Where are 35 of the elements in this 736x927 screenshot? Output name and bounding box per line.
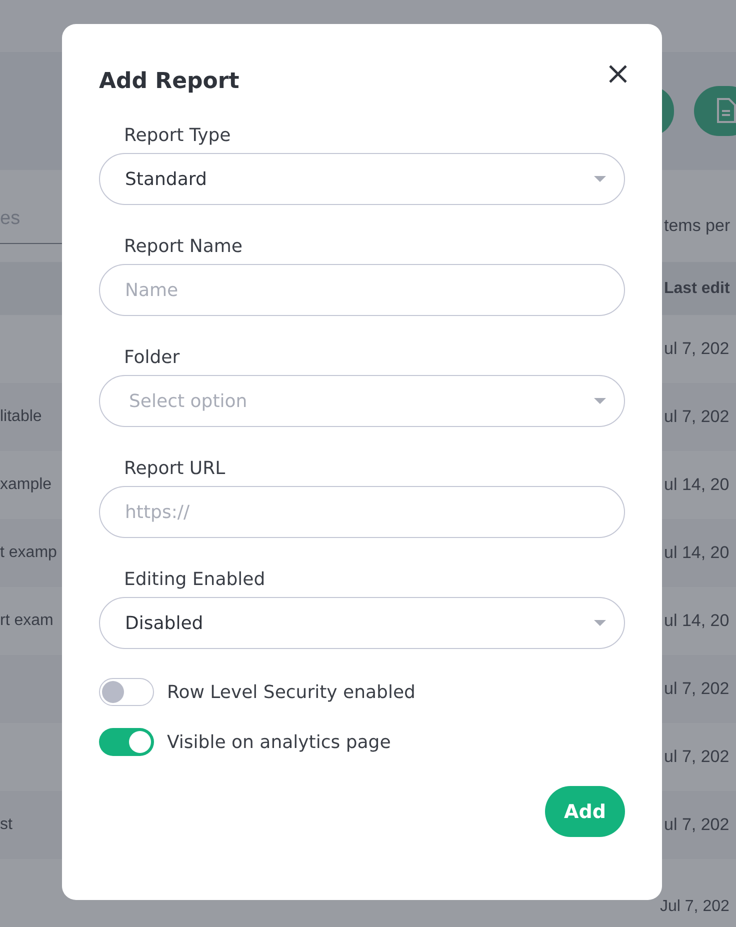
table-cell-text: ul 14, 20: [664, 611, 730, 631]
table-cell-text: ul 7, 202: [664, 815, 730, 835]
table-cell: st: [0, 816, 12, 834]
table-cell: litable: [0, 408, 42, 426]
table-cell-text: ul 7, 202: [664, 679, 730, 699]
dialog-title: Add Report: [99, 68, 240, 94]
table-cell-text: ul 14, 20: [664, 475, 730, 495]
field-label: Report URL: [124, 457, 226, 481]
table-cell: t examp: [0, 544, 57, 562]
table-cell: xample: [0, 476, 52, 494]
select-field[interactable]: Select option: [99, 375, 625, 427]
field-label: Editing Enabled: [124, 568, 266, 592]
toggle-label: Row Level Security enabled: [167, 682, 416, 702]
close-icon[interactable]: [608, 64, 628, 84]
report-button[interactable]: [694, 86, 736, 136]
field-label: Report Name: [124, 235, 242, 259]
toggle-switch[interactable]: [99, 678, 154, 706]
document-icon: [716, 98, 736, 124]
column-heading: Last edit: [664, 280, 731, 298]
input-field[interactable]: https://: [99, 486, 625, 538]
table-cell-text: ul 7, 202: [664, 747, 730, 767]
table-cell-text: ul 7, 202: [664, 339, 730, 359]
field-label: Folder: [124, 346, 180, 370]
items-per-page-label: tems per: [664, 216, 732, 236]
select-field[interactable]: Disabled: [99, 597, 625, 649]
add-button[interactable]: Add: [545, 786, 625, 837]
table-cell: rt exam: [0, 612, 54, 630]
select-field[interactable]: Standard: [99, 153, 625, 205]
toggle-switch[interactable]: [99, 728, 154, 756]
table-cell-text: ul 7, 202: [664, 407, 730, 427]
input-field[interactable]: Name: [99, 264, 625, 316]
field-label: Report Type: [124, 124, 231, 148]
table-cell-text: Jul 7, 202: [660, 898, 730, 916]
table-cell-text: ul 14, 20: [664, 543, 730, 563]
toggle-label: Visible on analytics page: [167, 732, 391, 752]
